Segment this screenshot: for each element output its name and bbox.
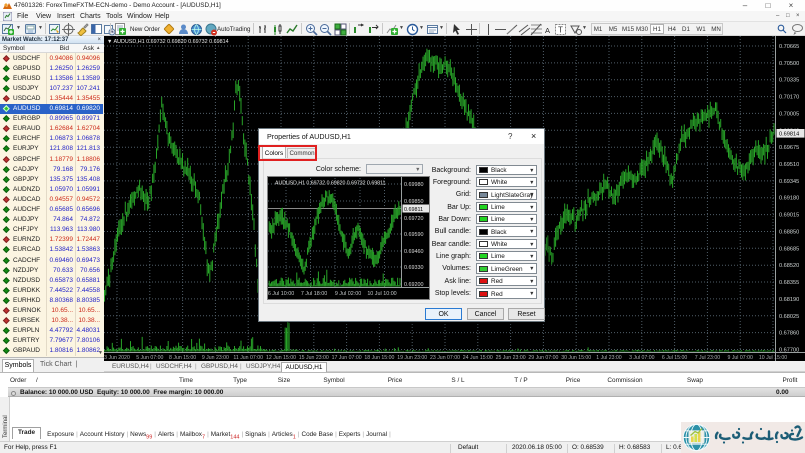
svg-text:0.67860: 0.67860 <box>779 331 799 337</box>
svg-text:T: T <box>558 25 563 34</box>
svg-text:0.70170: 0.70170 <box>779 95 799 101</box>
svg-text:0.68850: 0.68850 <box>779 230 799 236</box>
svg-text:0.69345: 0.69345 <box>779 179 799 185</box>
svg-text:0.70665: 0.70665 <box>779 44 799 50</box>
svg-text:0.67700: 0.67700 <box>779 348 799 354</box>
svg-text:0.68520: 0.68520 <box>779 263 799 269</box>
svg-text:0.68355: 0.68355 <box>779 280 799 286</box>
svg-text:0.70500: 0.70500 <box>779 61 799 67</box>
svg-text:0.70335: 0.70335 <box>779 78 799 84</box>
svg-text:0.69510: 0.69510 <box>779 162 799 168</box>
svg-text:0.69675: 0.69675 <box>779 145 799 151</box>
svg-text:0.68025: 0.68025 <box>779 314 799 320</box>
svg-text:0.70005: 0.70005 <box>779 111 799 117</box>
svg-text:0.69180: 0.69180 <box>779 196 799 202</box>
svg-text:0.68685: 0.68685 <box>779 246 799 252</box>
svg-text:0.69814: 0.69814 <box>779 131 799 137</box>
svg-text:0.69015: 0.69015 <box>779 213 799 219</box>
svg-text:0.68190: 0.68190 <box>779 297 799 303</box>
svg-text:▼ AUDUSD,H1 0.69732 0.69820 0: ▼ AUDUSD,H1 0.69732 0.69820 0.69732 0.69… <box>107 39 229 45</box>
